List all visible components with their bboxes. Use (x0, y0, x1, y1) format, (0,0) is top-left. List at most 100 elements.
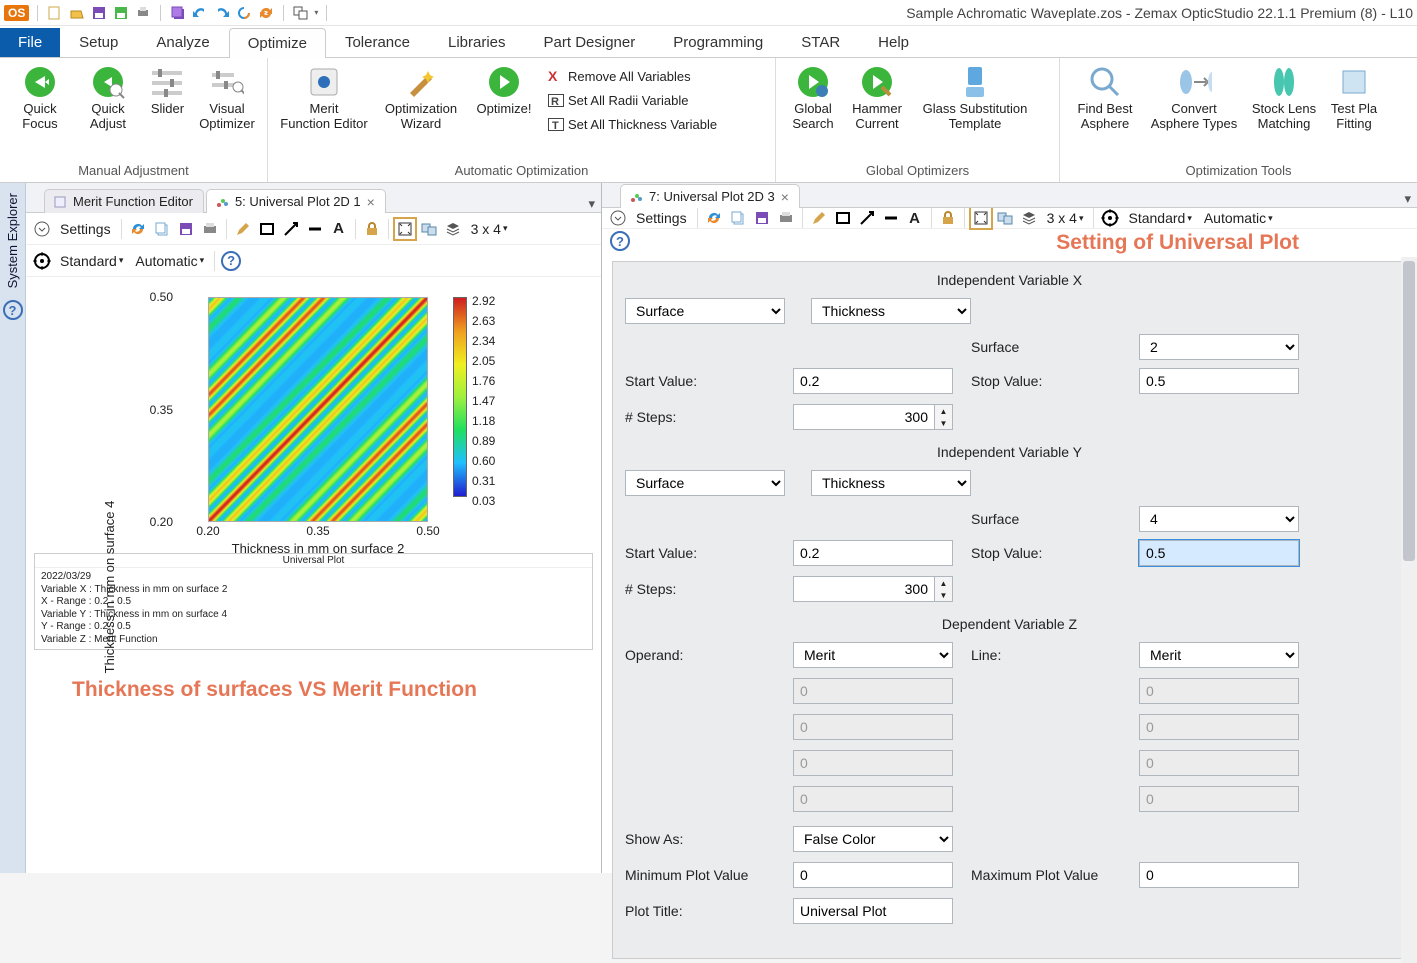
convert-asphere-button[interactable]: Convert Asphere Types (1144, 62, 1244, 134)
tab-universal-plot-2d-1[interactable]: 5: Universal Plot 2D 1 × (206, 189, 386, 213)
hammer-current-button[interactable]: Hammer Current (844, 62, 910, 134)
lock-icon[interactable] (362, 219, 382, 239)
quick-focus-button[interactable]: Quick Focus (6, 62, 74, 134)
slider-button[interactable]: Slider (142, 62, 193, 119)
ivx-type-select[interactable]: Surface (625, 298, 785, 324)
menu-help[interactable]: Help (859, 27, 928, 57)
menu-partdesigner[interactable]: Part Designer (525, 27, 655, 57)
ivx-start-input[interactable] (793, 368, 953, 394)
line-icon[interactable] (305, 219, 325, 239)
grid-size-dropdown[interactable]: 3 x 4 ▾ (467, 219, 512, 239)
copy-icon-r[interactable] (728, 208, 748, 228)
tab-uplot1-close-button[interactable]: × (367, 195, 375, 209)
test-plate-fitting-button[interactable]: Test Pla Fitting (1324, 62, 1384, 134)
max-plot-input[interactable] (1139, 862, 1299, 888)
settings-scrollbar[interactable] (1401, 257, 1417, 963)
tab-list-dropdown-right-icon[interactable]: ▾ (1404, 191, 1411, 207)
menu-libraries[interactable]: Libraries (429, 27, 525, 57)
grid-size-dropdown-r[interactable]: 3 x 4 ▾ (1043, 208, 1088, 228)
qat-print-icon[interactable] (134, 4, 152, 22)
dvz-line-select[interactable]: Merit (1139, 642, 1299, 668)
ivy-steps-stepper[interactable]: ▲▼ (793, 576, 953, 602)
ivx-param-select[interactable]: Thickness (811, 298, 971, 324)
qat-open-icon[interactable] (68, 4, 86, 22)
window-icon-r[interactable] (995, 208, 1015, 228)
refresh-icon-r[interactable] (704, 208, 724, 228)
ivx-steps-stepper[interactable]: ▲▼ (793, 404, 953, 430)
qat-layout-dropdown-icon[interactable]: ▾ (314, 8, 318, 17)
save-icon[interactable] (176, 219, 196, 239)
lock-icon-r[interactable] (938, 208, 958, 228)
target-icon[interactable] (32, 251, 52, 271)
qat-layout-icon[interactable] (292, 4, 310, 22)
dvz-operand-select[interactable]: Merit (793, 642, 953, 668)
find-best-asphere-button[interactable]: Find Best Asphere (1066, 62, 1144, 134)
glass-substitution-button[interactable]: Glass Substitution Template (910, 62, 1040, 134)
settings-collapse-icon[interactable] (32, 219, 52, 239)
print-icon[interactable] (200, 219, 220, 239)
file-menu[interactable]: File (0, 28, 60, 57)
target-icon-r[interactable] (1100, 208, 1120, 228)
min-plot-input[interactable] (793, 862, 953, 888)
set-all-thickness-button[interactable]: TSet All Thickness Variable (544, 114, 721, 134)
tab-uplot3-close-button[interactable]: × (781, 190, 789, 204)
text-icon[interactable]: A (329, 219, 349, 239)
ivy-type-select[interactable]: Surface (625, 470, 785, 496)
fit-icon-r[interactable] (971, 208, 991, 228)
qat-refresh-icon[interactable] (235, 4, 253, 22)
layers-icon-r[interactable] (1019, 208, 1039, 228)
show-as-select[interactable]: False Color (793, 826, 953, 852)
tab-list-dropdown-icon[interactable]: ▾ (588, 196, 595, 212)
system-explorer-panel[interactable]: System Explorer ? (0, 183, 26, 873)
qat-refresh2-icon[interactable] (257, 4, 275, 22)
ivy-param-select[interactable]: Thickness (811, 470, 971, 496)
line-icon-r[interactable] (881, 208, 901, 228)
scale-standard-dropdown[interactable]: Standard ▾ (56, 251, 127, 271)
text-icon-r[interactable]: A (905, 208, 925, 228)
system-explorer-help-icon[interactable]: ? (3, 300, 23, 320)
fit-icon[interactable] (395, 219, 415, 239)
scale-automatic-dropdown[interactable]: Automatic ▾ (131, 251, 208, 271)
save-icon-r[interactable] (752, 208, 772, 228)
qat-saveas-icon[interactable] (112, 4, 130, 22)
quick-adjust-button[interactable]: Quick Adjust (74, 62, 142, 134)
ivy-start-input[interactable] (793, 540, 953, 566)
tab-merit-function-editor[interactable]: Merit Function Editor (44, 189, 204, 213)
arrow-icon[interactable] (281, 219, 301, 239)
pencil-icon-r[interactable] (809, 208, 829, 228)
layers-icon[interactable] (443, 219, 463, 239)
ivx-surface-select[interactable]: 2 (1139, 334, 1299, 360)
menu-optimize[interactable]: Optimize (229, 28, 326, 58)
copy-icon[interactable] (152, 219, 172, 239)
rectangle-icon[interactable] (257, 219, 277, 239)
settings-collapse-icon-r[interactable] (608, 208, 628, 228)
menu-setup[interactable]: Setup (60, 27, 137, 57)
print-icon-r[interactable] (776, 208, 796, 228)
help-icon[interactable]: ? (221, 251, 241, 271)
settings-button-r[interactable]: Settings (632, 208, 691, 228)
ivy-stop-input[interactable] (1139, 540, 1299, 566)
qat-new-icon[interactable] (46, 4, 64, 22)
set-all-radii-button[interactable]: RSet All Radii Variable (544, 90, 721, 110)
merit-function-editor-button[interactable]: Merit Function Editor (274, 62, 374, 134)
heatmap-plot[interactable] (208, 297, 428, 522)
menu-analyze[interactable]: Analyze (137, 27, 228, 57)
optimize-button[interactable]: Optimize! (468, 62, 540, 119)
global-search-button[interactable]: Global Search (782, 62, 844, 134)
settings-button[interactable]: Settings (56, 219, 115, 239)
qat-saveall-icon[interactable] (169, 4, 187, 22)
visual-optimizer-button[interactable]: Visual Optimizer (193, 62, 261, 134)
plot-title-input[interactable] (793, 898, 953, 924)
qat-undo-icon[interactable] (191, 4, 209, 22)
menu-tolerance[interactable]: Tolerance (326, 27, 429, 57)
qat-redo-icon[interactable] (213, 4, 231, 22)
menu-programming[interactable]: Programming (654, 27, 782, 57)
scale-automatic-dropdown-r[interactable]: Automatic ▾ (1200, 208, 1277, 228)
stock-lens-matching-button[interactable]: Stock Lens Matching (1244, 62, 1324, 134)
ivy-surface-select[interactable]: 4 (1139, 506, 1299, 532)
tab-universal-plot-2d-3[interactable]: 7: Universal Plot 2D 3 × (620, 184, 800, 208)
ivx-stop-input[interactable] (1139, 368, 1299, 394)
arrow-icon-r[interactable] (857, 208, 877, 228)
menu-star[interactable]: STAR (782, 27, 859, 57)
scale-standard-dropdown-r[interactable]: Standard ▾ (1124, 208, 1195, 228)
